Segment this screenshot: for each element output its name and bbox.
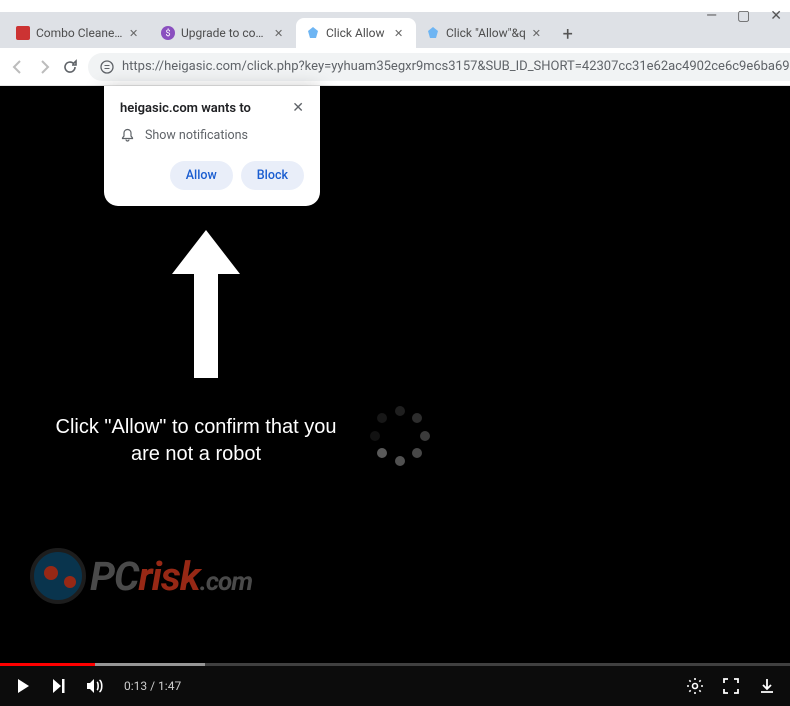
bell-icon bbox=[120, 128, 135, 143]
up-arrow-icon bbox=[166, 224, 246, 384]
tab-close-icon[interactable]: ✕ bbox=[274, 27, 286, 39]
tab-title: Upgrade to combo cl bbox=[181, 26, 268, 40]
notification-permission-dialog: heigasic.com wants to ✕ Show notificatio… bbox=[104, 86, 320, 206]
favicon-icon: $ bbox=[161, 26, 175, 40]
volume-button[interactable] bbox=[86, 677, 106, 695]
globe-icon bbox=[30, 548, 86, 604]
nav-back-button[interactable] bbox=[10, 55, 26, 79]
nav-forward-button[interactable] bbox=[36, 55, 52, 79]
play-button[interactable] bbox=[14, 677, 32, 695]
browser-toolbar: https://heigasic.com/click.php?key=yyhua… bbox=[0, 48, 790, 86]
permission-row: Show notifications bbox=[120, 128, 304, 143]
permission-row-label: Show notifications bbox=[145, 128, 248, 143]
tab-title: Click "Allow"&q bbox=[446, 26, 526, 40]
settings-button[interactable] bbox=[686, 677, 704, 695]
block-button[interactable]: Block bbox=[241, 161, 304, 190]
tab-click-allow-2[interactable]: Click "Allow"&q ✕ bbox=[416, 18, 554, 48]
tab-upgrade[interactable]: $ Upgrade to combo cl ✕ bbox=[151, 18, 296, 48]
page-content: heigasic.com wants to ✕ Show notificatio… bbox=[0, 86, 790, 706]
pcrisk-watermark: PCrisk.com bbox=[30, 548, 252, 604]
nav-reload-button[interactable] bbox=[62, 55, 78, 79]
tab-combo-cleaner[interactable]: Combo Cleaner Prem ✕ bbox=[6, 18, 151, 48]
window-maximize-button[interactable]: ▢ bbox=[737, 8, 750, 24]
tab-close-icon[interactable]: ✕ bbox=[394, 27, 406, 39]
close-icon[interactable]: ✕ bbox=[292, 100, 304, 116]
tab-close-icon[interactable]: ✕ bbox=[532, 27, 544, 39]
svg-text:$: $ bbox=[165, 28, 170, 39]
window-close-button[interactable]: ✕ bbox=[770, 8, 782, 24]
watermark-text: PCrisk.com bbox=[90, 553, 252, 600]
favicon-icon bbox=[16, 26, 30, 40]
loading-spinner-icon bbox=[370, 406, 430, 466]
site-info-icon[interactable] bbox=[100, 60, 114, 74]
new-tab-button[interactable]: + bbox=[554, 20, 582, 48]
favicon-icon bbox=[306, 26, 320, 40]
tab-title: Click Allow bbox=[326, 26, 388, 40]
tab-close-icon[interactable]: ✕ bbox=[129, 27, 141, 39]
favicon-icon bbox=[426, 26, 440, 40]
video-controls-bar: 0:13 / 1:47 bbox=[0, 666, 790, 706]
video-time: 0:13 / 1:47 bbox=[124, 679, 181, 693]
permission-heading: heigasic.com wants to ✕ bbox=[120, 100, 304, 116]
permission-heading-text: heigasic.com wants to bbox=[120, 101, 251, 116]
fullscreen-button[interactable] bbox=[722, 677, 740, 695]
tab-click-allow-active[interactable]: Click Allow ✕ bbox=[296, 18, 416, 48]
titlebar bbox=[0, 0, 790, 12]
tab-strip: Combo Cleaner Prem ✕ $ Upgrade to combo … bbox=[0, 12, 790, 48]
tab-title: Combo Cleaner Prem bbox=[36, 26, 123, 40]
instruction-text: Click "Allow" to confirm that you are no… bbox=[46, 414, 346, 468]
window-controls: — ▢ ✕ bbox=[706, 8, 782, 24]
allow-button[interactable]: Allow bbox=[170, 161, 233, 190]
video-area[interactable]: heigasic.com wants to ✕ Show notificatio… bbox=[0, 86, 790, 662]
window-minimize-button[interactable]: — bbox=[706, 8, 717, 24]
url-text: https://heigasic.com/click.php?key=yyhua… bbox=[122, 59, 790, 74]
download-button[interactable] bbox=[758, 677, 776, 695]
next-button[interactable] bbox=[50, 677, 68, 695]
address-bar[interactable]: https://heigasic.com/click.php?key=yyhua… bbox=[88, 53, 790, 81]
